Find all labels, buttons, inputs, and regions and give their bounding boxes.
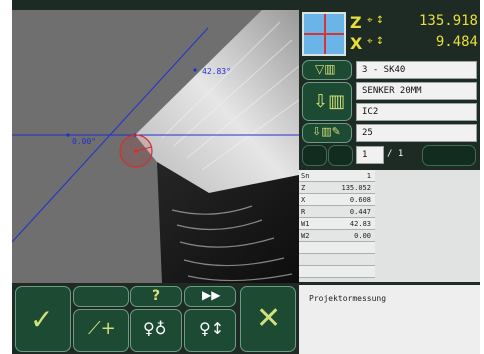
tool-holder-button[interactable]: ▽▥ [302, 60, 352, 80]
z-readout: 135.918 [418, 13, 478, 29]
table-row-value [319, 254, 374, 266]
table-row-value: 0.608 [349, 196, 371, 204]
table-row-label: Z [301, 184, 306, 192]
x-readout: 9.484 [435, 34, 478, 50]
table-row-value: 0.00 [354, 232, 371, 240]
table-row-value: 42.83 [349, 220, 371, 228]
fast-forward-button[interactable]: ▶▶ [184, 286, 236, 307]
measure-point-button[interactable]: ⟋+ [73, 309, 129, 352]
page-action-button[interactable] [422, 145, 476, 166]
table-row-label: W2 [301, 232, 310, 240]
table-row-value: 1 [366, 172, 371, 180]
table-row-label [299, 266, 319, 278]
table-row-value [319, 266, 374, 278]
page-total-label: / 1 [387, 149, 404, 159]
table-row-label: Sn [301, 172, 310, 180]
angle-label: 42.83° [202, 67, 231, 76]
target-z-icon: ⌖ ↕ [367, 15, 385, 26]
table-row-value [319, 242, 374, 254]
confirm-button[interactable]: ✓ [15, 286, 71, 352]
message-panel: Projektormessung [299, 285, 480, 354]
tool-number-field[interactable]: 25 [356, 124, 477, 142]
crosshair-button[interactable] [302, 12, 346, 56]
drill-icon: ⇩▥ [313, 91, 346, 112]
table-row-label [299, 242, 319, 254]
help-label: ? [152, 288, 161, 304]
add-tool-icon: ⇩▥✎ [312, 125, 341, 138]
bulb-adjust-icon: ♀↕ [199, 319, 225, 338]
camera-image [12, 10, 299, 283]
tool-code-field[interactable]: IC2 [356, 103, 477, 121]
light-adjust-button[interactable]: ♀↕ [184, 309, 236, 352]
add-tool-button[interactable]: ⇩▥✎ [302, 123, 352, 143]
fast-forward-icon: ▶▶ [202, 288, 221, 302]
page-current-field[interactable]: 1 [356, 146, 384, 164]
next-page-button[interactable] [328, 145, 353, 166]
tool-name-field[interactable]: 3 - SK40 [356, 61, 477, 79]
table-row-value: 135.052 [341, 184, 371, 192]
x-axis-label: X [350, 34, 363, 53]
message-text: Projektormessung [309, 294, 387, 303]
toolbar-blank-button[interactable] [73, 286, 129, 307]
checkmark-icon: ✓ [30, 303, 54, 336]
camera-view[interactable]: 42.83° 0.00° [12, 10, 299, 283]
tool-holder-icon: ▽▥ [315, 62, 336, 76]
light-settings-button[interactable]: ♀♁ [130, 309, 182, 352]
z-axis-label: Z [350, 13, 362, 32]
tool-description-field[interactable]: SENKER 20MM [356, 82, 477, 100]
tool-geometry-button[interactable]: ⇩▥ [302, 82, 352, 121]
table-row-value: 0.447 [349, 208, 371, 216]
zero-angle-label: 0.00° [72, 137, 97, 146]
table-row-label: R [301, 208, 306, 216]
bulb-icon: ♀♁ [143, 319, 167, 338]
app-frame: 42.83° 0.00° Z ⌖ ↕ 135.918 X ⌖ ↕ 9.484 ▽… [12, 0, 480, 354]
close-icon: ✕ [256, 301, 282, 336]
table-row-label [299, 254, 319, 266]
help-button[interactable]: ? [130, 286, 182, 307]
prev-page-button[interactable] [302, 145, 327, 166]
table-row-label: X [301, 196, 306, 204]
table-row-label: W1 [301, 220, 310, 228]
cancel-button[interactable]: ✕ [240, 286, 296, 352]
target-x-icon: ⌖ ↕ [367, 36, 385, 47]
crosshair-measure-icon: ⟋+ [88, 318, 116, 339]
